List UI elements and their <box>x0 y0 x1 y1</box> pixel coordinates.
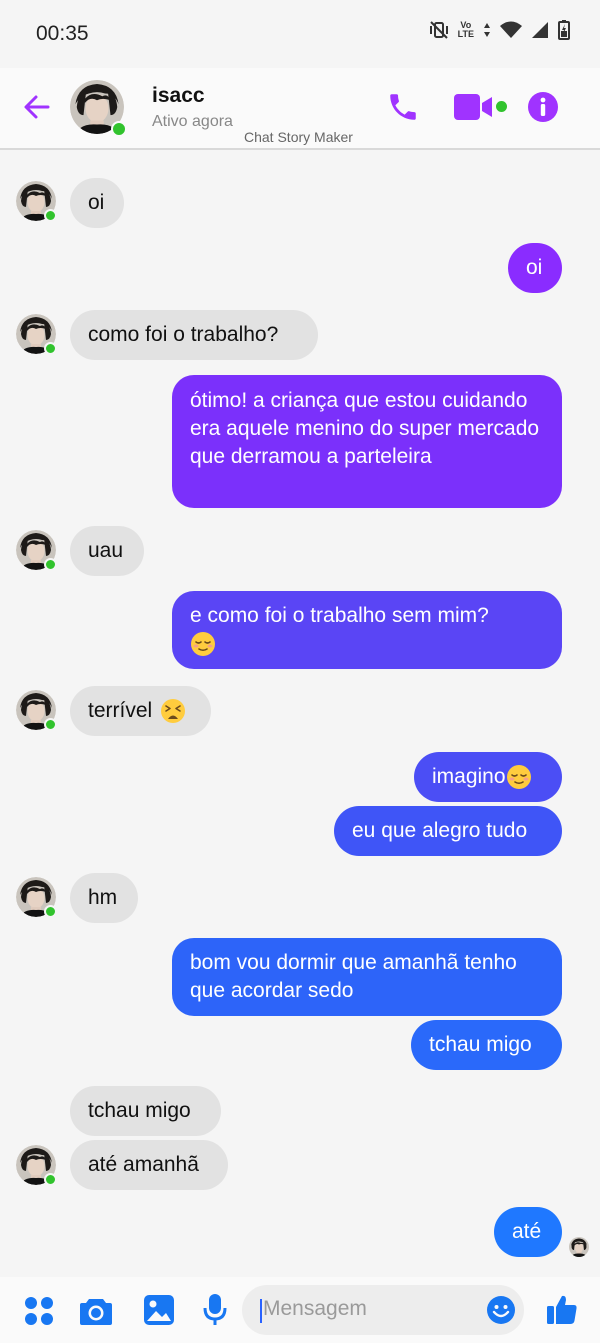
message-bubble-incoming[interactable]: até amanhã <box>70 1140 228 1190</box>
message-bubble-outgoing[interactable]: imagino <box>414 752 562 802</box>
chat-header: isacc Ativo agora Chat Story Maker <box>0 68 600 150</box>
contact-avatar[interactable] <box>70 80 127 137</box>
message-avatar <box>16 314 57 355</box>
status-icons: Vo LTE <box>429 20 570 40</box>
message-avatar <box>16 690 57 731</box>
message-avatar <box>16 1145 57 1186</box>
message-bubble-incoming[interactable]: uau <box>70 526 144 576</box>
video-camera-icon[interactable] <box>454 94 494 120</box>
network-type-label: LTE <box>457 29 474 39</box>
message-placeholder: Mensagem <box>263 1297 367 1320</box>
watermark-label: Chat Story Maker <box>244 129 353 145</box>
image-icon[interactable] <box>143 1294 175 1326</box>
tired-face-icon <box>161 699 186 724</box>
phone-icon[interactable] <box>386 90 420 124</box>
info-icon[interactable] <box>527 91 559 123</box>
data-arrows-icon <box>484 23 490 37</box>
online-indicator <box>111 121 127 137</box>
relieved-face-icon <box>191 632 215 657</box>
message-avatar <box>16 181 57 222</box>
volte-indicator: Vo LTE <box>457 20 474 39</box>
message-avatar <box>16 530 57 571</box>
status-time: 00:35 <box>36 22 89 45</box>
message-bubble-outgoing[interactable]: tchau migo <box>411 1020 562 1070</box>
back-arrow-icon[interactable] <box>22 92 52 122</box>
message-bubble-outgoing[interactable]: até <box>494 1207 562 1257</box>
text-caret <box>260 1299 262 1323</box>
signal-icon <box>532 22 548 38</box>
contact-name[interactable]: isacc <box>152 84 205 108</box>
message-avatar <box>16 877 57 918</box>
message-bubble-outgoing[interactable]: ótimo! a criança que estou cuidando era … <box>172 375 562 508</box>
thumbs-up-icon[interactable] <box>546 1293 578 1325</box>
message-bubble-incoming[interactable]: oi <box>70 178 124 228</box>
message-input[interactable]: Mensagem <box>242 1285 524 1335</box>
message-bubble-incoming[interactable]: como foi o trabalho? <box>70 310 318 360</box>
microphone-icon[interactable] <box>203 1293 227 1327</box>
wifi-icon <box>500 21 522 38</box>
message-bubble-incoming[interactable]: hm <box>70 873 138 923</box>
composer-bar: Mensagem <box>0 1277 600 1343</box>
relieved-face-icon <box>506 765 531 790</box>
status-bar: 00:35 Vo LTE <box>0 0 600 68</box>
vibrate-off-icon <box>429 21 448 39</box>
camera-icon[interactable] <box>79 1296 113 1326</box>
smiley-icon[interactable] <box>486 1295 516 1325</box>
contact-status: Ativo agora <box>152 113 233 130</box>
message-bubble-outgoing[interactable]: bom vou dormir que amanhã tenho que acor… <box>172 938 562 1016</box>
message-bubble-incoming[interactable]: terrível <box>70 686 211 736</box>
battery-icon <box>558 20 570 40</box>
message-bubble-outgoing[interactable]: e como foi o trabalho sem mim? <box>172 591 562 669</box>
message-bubble-outgoing[interactable]: oi <box>508 243 562 293</box>
message-bubble-incoming[interactable]: tchau migo <box>70 1086 221 1136</box>
message-bubble-outgoing[interactable]: eu que alegro tudo <box>334 806 562 856</box>
video-online-dot <box>496 101 507 112</box>
four-dots-icon[interactable] <box>24 1296 54 1326</box>
seen-indicator-avatar <box>569 1237 589 1257</box>
